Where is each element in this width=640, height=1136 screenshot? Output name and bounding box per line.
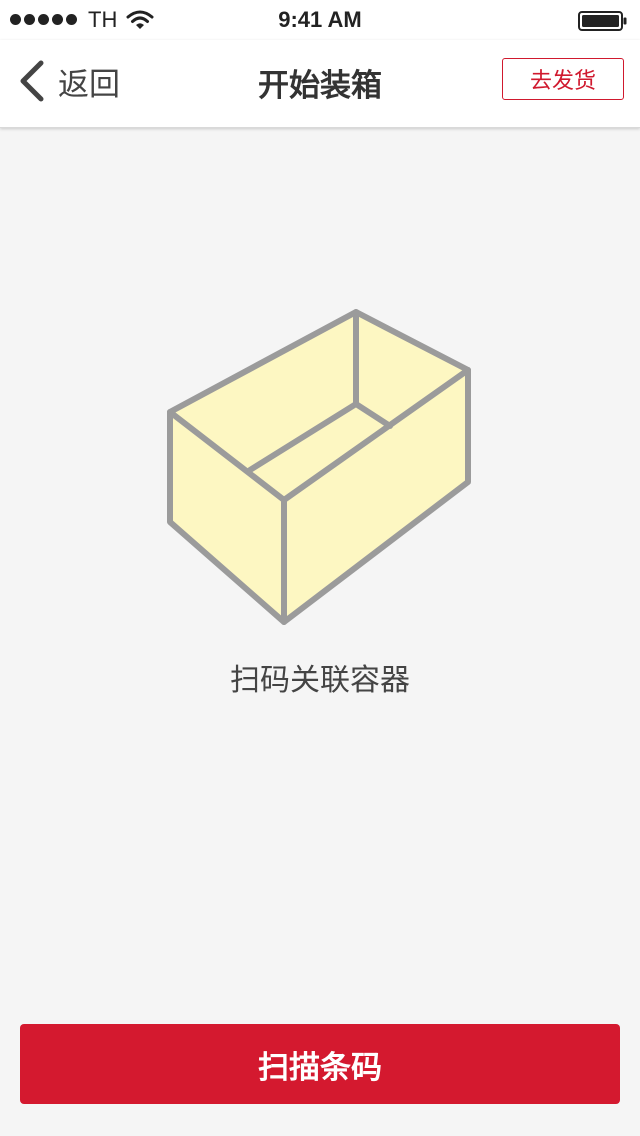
scan-barcode-button[interactable]: 扫描条码 [20,1024,620,1104]
battery-icon [578,11,627,31]
back-label: 返回 [58,66,120,103]
ship-button[interactable]: 去发货 [502,58,624,100]
nav-bar: 返回 开始装箱 去发货 [0,40,640,128]
status-time: 9:41 AM [278,7,362,32]
hint-text: 扫码关联容器 [230,663,410,698]
status-bar: TH 9:41 AM [0,0,640,40]
screen: TH 9:41 AM 返回 开始装箱 去发货 扫码关联容器 扫描条码 [0,0,640,1136]
chevron-left-icon [20,60,44,102]
box-icon [167,309,471,625]
back-button[interactable]: 返回 [18,56,120,106]
